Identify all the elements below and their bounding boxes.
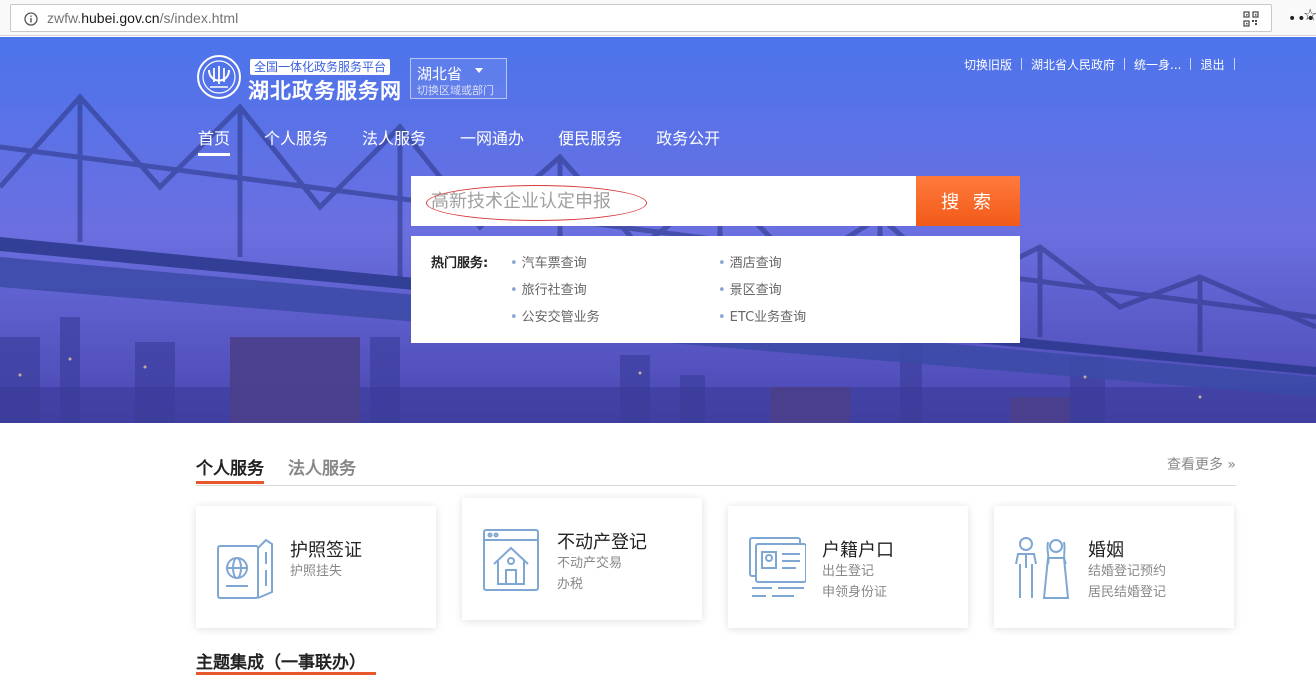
card-title: 不动产登记: [557, 532, 647, 553]
caret-down-icon: [475, 68, 483, 73]
url-prefix: zwfw.: [47, 10, 82, 26]
search-bar: 搜 索: [411, 176, 1020, 226]
tab-corporate-services[interactable]: 法人服务: [288, 454, 356, 479]
browser-toolbar: zwfw.hubei.gov.cn/s/index.html ••• ☆: [0, 0, 1316, 36]
bookmark-star-icon[interactable]: ☆: [1303, 5, 1316, 24]
nav-personal-services[interactable]: 个人服务: [264, 125, 328, 149]
hot-service-link[interactable]: 汽车票查询: [510, 252, 587, 271]
top-links: 切换旧版 湖北省人民政府 统一身... 退出: [964, 55, 1244, 73]
service-card-household[interactable]: 户籍户口 出生登记 申领身份证: [728, 506, 968, 628]
region-sub-label: 切换区域或部门: [417, 84, 494, 97]
search-input[interactable]: [411, 176, 916, 226]
card-sub-link[interactable]: 护照挂失: [290, 560, 342, 579]
divider: [1190, 58, 1192, 70]
service-tabs: 个人服务 法人服务 查看更多 »: [196, 454, 1236, 486]
card-sub-link[interactable]: 办税: [557, 573, 583, 592]
nav-home[interactable]: 首页: [198, 125, 231, 156]
card-sub-link[interactable]: 出生登记: [822, 560, 874, 579]
hero-banner: 全国一体化政务服务平台 湖北政务服务网 湖北省 切换区域或部门 切换旧版 湖北省…: [0, 37, 1316, 423]
service-card-real-estate[interactable]: 不动产登记 不动产交易 办税: [462, 498, 702, 620]
section-title-theme: 主题集成（一事联办）: [196, 653, 366, 673]
nav-government-affairs[interactable]: 政务公开: [656, 125, 720, 149]
address-bar[interactable]: zwfw.hubei.gov.cn/s/index.html •••: [10, 4, 1315, 32]
link-logout[interactable]: 退出: [1200, 56, 1224, 73]
card-sub-link[interactable]: 申领身份证: [822, 581, 887, 600]
link-unified-identity[interactable]: 统一身...: [1134, 56, 1181, 73]
url-text[interactable]: zwfw.hubei.gov.cn/s/index.html: [47, 10, 238, 26]
id-card-icon: [749, 537, 806, 597]
card-title: 婚姻: [1088, 540, 1124, 561]
hot-services-panel: 热门服务: 汽车票查询 酒店查询 旅行社查询 景区查询 公安交管业务 ETC业务…: [411, 236, 1020, 343]
card-title: 护照签证: [290, 540, 362, 561]
service-card-passport[interactable]: 护照签证 护照挂失: [196, 506, 436, 628]
hot-service-link[interactable]: 酒店查询: [718, 252, 782, 271]
hot-service-link[interactable]: ETC业务查询: [718, 306, 806, 325]
section-underline: [196, 672, 376, 675]
card-sub-link[interactable]: 结婚登记预约: [1088, 560, 1166, 579]
region-name: 湖北省: [417, 65, 463, 83]
hot-service-link[interactable]: 公安交管业务: [510, 306, 600, 325]
passport-icon: [217, 538, 273, 599]
hot-service-link[interactable]: 旅行社查询: [510, 279, 587, 298]
hot-services-title: 热门服务:: [431, 256, 489, 271]
platform-badge: 全国一体化政务服务平台: [250, 59, 391, 75]
site-name[interactable]: 湖北政务服务网: [248, 75, 402, 105]
couple-icon: [1015, 537, 1070, 599]
hot-service-link[interactable]: 景区查询: [718, 279, 782, 298]
divider: [1233, 58, 1235, 70]
search-button[interactable]: 搜 索: [916, 176, 1020, 226]
link-old-version[interactable]: 切换旧版: [964, 56, 1012, 73]
qr-code-icon[interactable]: [1243, 11, 1259, 27]
info-icon[interactable]: [24, 12, 38, 26]
view-more-link[interactable]: 查看更多 »: [1167, 454, 1236, 474]
divider: [1124, 58, 1126, 70]
nav-convenience-services[interactable]: 便民服务: [558, 125, 622, 149]
url-domain: hubei.gov.cn: [81, 10, 160, 26]
main-nav: 首页 个人服务 法人服务 一网通办 便民服务 政务公开: [198, 125, 754, 156]
url-path: /s/index.html: [159, 10, 239, 26]
card-title: 户籍户口: [822, 540, 894, 561]
card-sub-link[interactable]: 居民结婚登记: [1088, 581, 1166, 600]
service-card-marriage[interactable]: 婚姻 结婚登记预约 居民结婚登记: [994, 506, 1234, 628]
link-provincial-government[interactable]: 湖北省人民政府: [1031, 56, 1115, 73]
card-sub-link[interactable]: 不动产交易: [557, 552, 622, 571]
site-logo-icon[interactable]: [196, 54, 242, 100]
region-switcher[interactable]: 湖北省 切换区域或部门: [410, 58, 507, 99]
divider: [1021, 58, 1023, 70]
house-icon: [483, 529, 539, 591]
nav-corporate-services[interactable]: 法人服务: [362, 125, 426, 149]
nav-one-stop[interactable]: 一网通办: [460, 125, 524, 149]
tab-personal-services[interactable]: 个人服务: [196, 454, 264, 484]
